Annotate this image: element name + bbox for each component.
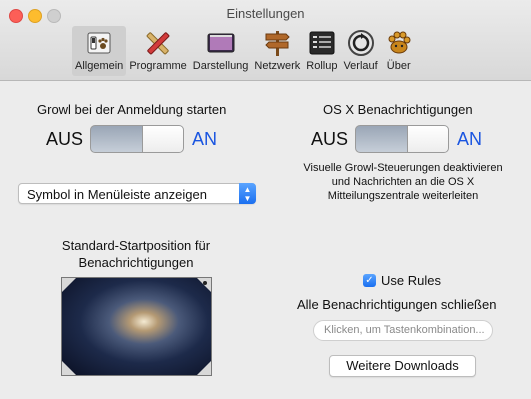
position-bottom-left[interactable] bbox=[62, 361, 76, 375]
display-window-icon bbox=[206, 28, 236, 58]
tab-darstellung-label: Darstellung bbox=[192, 60, 249, 72]
preferences-window: Einstellungen Allgemein Programme Darste… bbox=[0, 0, 531, 399]
use-rules-label: Use Rules bbox=[381, 273, 441, 288]
tab-ueber-label: Über bbox=[386, 60, 411, 72]
tab-rollup-label: Rollup bbox=[306, 60, 338, 72]
tab-ueber[interactable]: Über bbox=[381, 26, 417, 76]
tab-verlauf-label: Verlauf bbox=[343, 60, 378, 72]
switch-knob bbox=[407, 126, 448, 152]
start-position-label: Standard-Startposition für Benachrichtig… bbox=[61, 238, 211, 270]
tab-darstellung[interactable]: Darstellung bbox=[190, 26, 252, 76]
position-bottom-right[interactable] bbox=[197, 361, 211, 375]
tab-netzwerk[interactable]: Netzwerk bbox=[251, 26, 303, 76]
launch-off-label: AUS bbox=[46, 129, 84, 149]
select-stepper-icon: ▲ ▼ bbox=[239, 183, 256, 204]
menubar-icon-select-value: Symbol in Menüleiste anzeigen bbox=[27, 187, 207, 202]
history-clock-icon bbox=[346, 28, 376, 58]
osx-notifications-note: Visuelle Growl-Steuerungen deaktivieren … bbox=[303, 162, 503, 202]
shortcut-recorder-field[interactable]: Klicken, um Tastenkombination... bbox=[313, 320, 493, 341]
launch-at-login-switch[interactable] bbox=[90, 125, 184, 153]
tab-allgemein-label: Allgemein bbox=[75, 60, 124, 72]
launch-on-label: AN bbox=[192, 129, 218, 149]
osx-notifications-label: OS X Benachrichtigungen bbox=[323, 102, 473, 117]
title-bar: Einstellungen Allgemein Programme Darste… bbox=[0, 0, 531, 81]
pencil-ruler-icon bbox=[143, 28, 173, 58]
position-top-left[interactable] bbox=[62, 278, 76, 292]
switch-knob bbox=[142, 126, 183, 152]
launch-at-login-label: Growl bei der Anmeldung starten bbox=[37, 102, 227, 117]
close-all-label: Alle Benachrichtigungen schließen bbox=[297, 297, 497, 312]
tab-netzwerk-label: Netzwerk bbox=[254, 60, 301, 72]
more-downloads-button[interactable]: Weitere Downloads bbox=[329, 355, 476, 377]
signpost-icon bbox=[262, 28, 292, 58]
use-rules-checkbox[interactable]: ✓ bbox=[363, 274, 376, 287]
paw-switch-icon bbox=[84, 28, 114, 58]
osx-off-label: AUS bbox=[311, 129, 349, 149]
tab-allgemein[interactable]: Allgemein bbox=[72, 26, 127, 76]
general-pane: Growl bei der Anmeldung starten AUS AN S… bbox=[0, 81, 531, 399]
osx-notifications-switch[interactable] bbox=[355, 125, 449, 153]
rollup-list-icon bbox=[307, 28, 337, 58]
start-position-picker[interactable] bbox=[61, 277, 212, 376]
preferences-toolbar: Allgemein Programme Darstellung Netzwerk… bbox=[72, 26, 417, 78]
menubar-icon-select[interactable]: Symbol in Menüleiste anzeigen ▲ ▼ bbox=[18, 183, 256, 204]
tab-verlauf[interactable]: Verlauf bbox=[340, 26, 380, 76]
window-title: Einstellungen bbox=[226, 6, 305, 21]
growl-paw-icon bbox=[384, 28, 414, 58]
osx-on-label: AN bbox=[457, 129, 483, 149]
tab-programme[interactable]: Programme bbox=[126, 26, 189, 76]
tab-programme-label: Programme bbox=[129, 60, 187, 72]
selected-position-dot bbox=[203, 281, 207, 285]
tab-rollup[interactable]: Rollup bbox=[303, 26, 340, 76]
